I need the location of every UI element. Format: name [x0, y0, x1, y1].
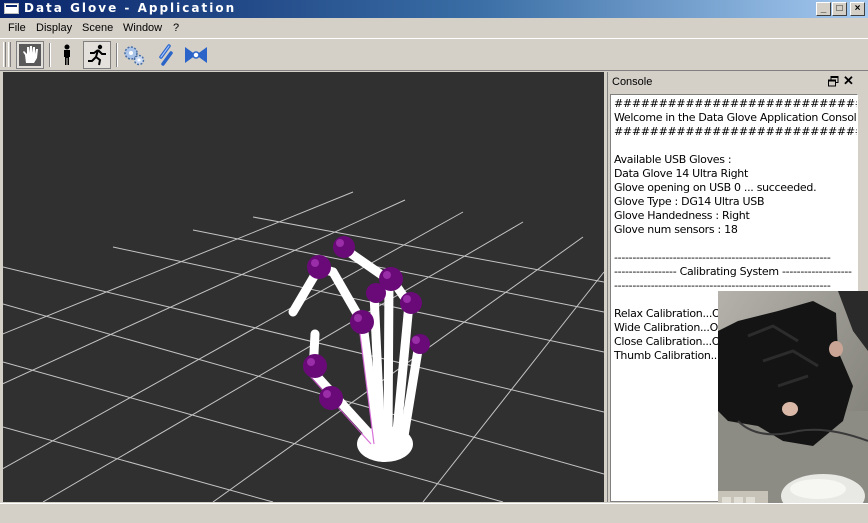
close-button[interactable]: × [850, 2, 865, 16]
window-title: Data Glove - Application [24, 1, 237, 15]
toolbar-grip[interactable] [3, 42, 6, 67]
application-window: Data Glove - Application _ □ × File Disp… [0, 0, 868, 523]
running-person-icon [88, 44, 106, 66]
console-line: ############################ [614, 125, 858, 138]
console-line: Glove num sensors : 18 [614, 223, 738, 236]
running-person-button[interactable] [83, 41, 111, 69]
hand-scene [3, 191, 604, 502]
person-button[interactable] [53, 41, 81, 69]
dock-splitter[interactable] [604, 72, 608, 502]
maximize-button[interactable]: □ [832, 2, 847, 16]
3d-viewport[interactable] [3, 72, 604, 502]
menu-help[interactable]: ? [173, 22, 179, 34]
menu-file[interactable]: File [8, 22, 26, 34]
bowtie-button[interactable] [182, 41, 210, 69]
link-button[interactable] [152, 41, 180, 69]
console-line: Glove opening on USB 0 ... succeeded. [614, 181, 817, 194]
hand-icon [19, 44, 41, 66]
console-line: Available USB Gloves : [614, 153, 732, 166]
bowtie-icon [185, 47, 207, 63]
hand-button[interactable] [16, 41, 44, 69]
webcam-inset [718, 291, 868, 523]
menu-bar: File Display Scene Window ? [0, 19, 868, 38]
console-line: ----------------------------------------… [614, 251, 831, 264]
toolbar-separator [49, 43, 51, 67]
title-bar[interactable]: Data Glove - Application _ □ × [0, 0, 868, 18]
hand-model [288, 236, 430, 462]
glove-photo [718, 291, 868, 523]
status-bar [0, 503, 868, 523]
console-line: ############################ [614, 97, 858, 110]
gears-button[interactable] [120, 41, 148, 69]
toolbar-grip[interactable] [8, 42, 11, 67]
console-line: Glove Type : DG14 Ultra USB [614, 195, 765, 208]
menu-display[interactable]: Display [36, 22, 72, 34]
toolbar-separator [116, 43, 118, 67]
console-dock-titlebar[interactable]: Console ✕ [609, 73, 868, 92]
console-line: Data Glove 14 Ultra Right [614, 167, 748, 180]
console-line: Welcome in the Data Glove Application Co… [614, 111, 858, 124]
app-icon [4, 3, 19, 14]
floor-grid [3, 191, 604, 502]
minimize-button[interactable]: _ [816, 2, 831, 16]
menu-scene[interactable]: Scene [82, 22, 113, 34]
toolbar [0, 38, 868, 71]
console-line: ----------------- Calibrating System ---… [614, 265, 852, 278]
close-dock-icon[interactable]: ✕ [843, 73, 854, 89]
menu-window[interactable]: Window [123, 22, 162, 34]
person-icon [64, 44, 70, 65]
gears-icon [124, 46, 145, 66]
link-icon [159, 44, 173, 66]
console-title: Console [612, 76, 653, 88]
float-dock-icon[interactable] [828, 76, 839, 87]
console-line: Glove Handedness : Right [614, 209, 750, 222]
